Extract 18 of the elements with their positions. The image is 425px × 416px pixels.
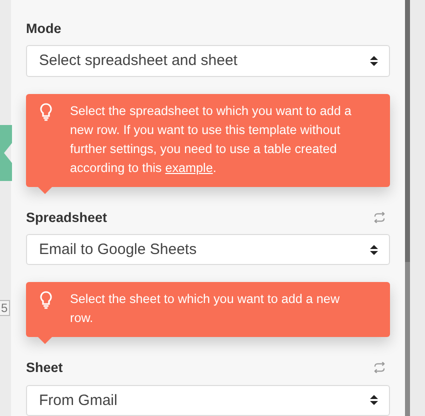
scrollbar-thumb[interactable]	[405, 0, 410, 262]
hint-text: Select the sheet to which you want to add a new row.	[70, 291, 341, 328]
refresh-icon[interactable]	[373, 362, 386, 374]
sort-caret-icon	[370, 244, 378, 256]
field-label: Mode	[26, 21, 62, 36]
lightbulb-icon	[40, 291, 52, 310]
sort-caret-icon	[370, 54, 378, 67]
select-field[interactable]: Email to Google Sheets	[26, 234, 390, 266]
node-shape-icon	[0, 125, 12, 181]
sort-caret-icon	[370, 394, 378, 406]
select-field[interactable]: Select spreadsheet and sheet	[26, 45, 390, 77]
field-label: Sheet	[26, 360, 63, 376]
lightbulb-icon	[40, 102, 52, 121]
refresh-icon[interactable]	[373, 212, 386, 223]
hint-text: Select the spreadsheet to which you want to add a new row. If you want to use this template without further settings, you need to use a table created according to this example.	[70, 102, 352, 177]
node-label: 5	[0, 300, 10, 316]
select-field[interactable]: From Gmail	[26, 384, 390, 416]
field-label: Spreadsheet	[26, 210, 108, 225]
